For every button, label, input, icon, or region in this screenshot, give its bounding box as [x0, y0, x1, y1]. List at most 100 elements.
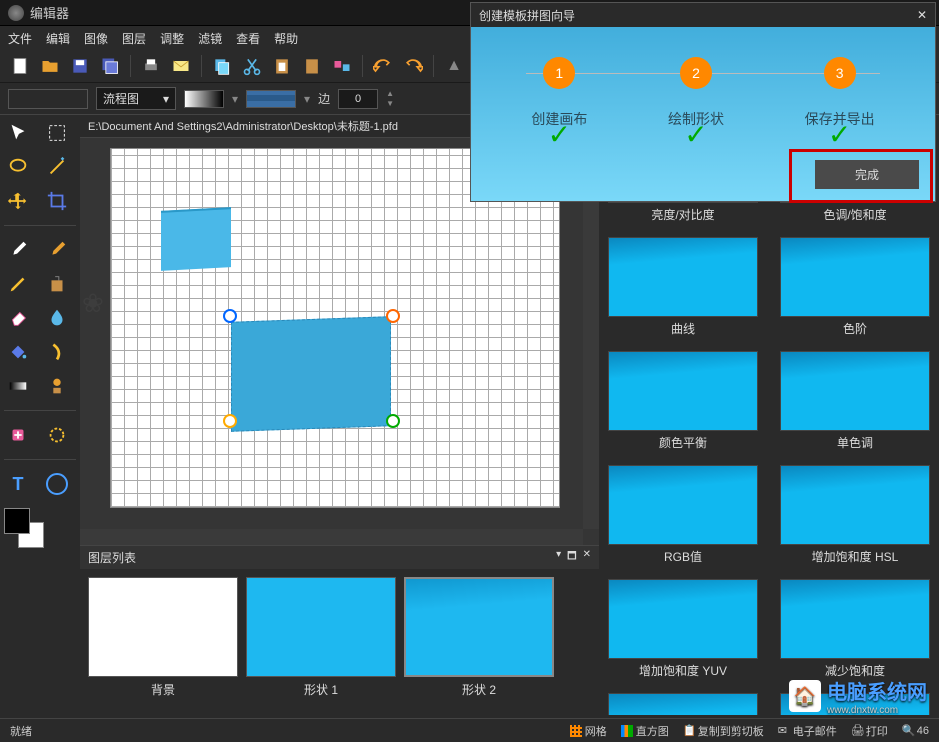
effect-color-balance[interactable]: 颜色平衡 [603, 351, 763, 459]
layer-item-shape1[interactable]: 形状 1 [246, 577, 396, 707]
pin-icon[interactable]: ▾ [556, 549, 561, 566]
saveall-icon[interactable] [98, 54, 122, 78]
effect-saturation-yuv[interactable]: 增加饱和度 YUV [603, 579, 763, 687]
spinner-up-icon[interactable]: ▲ [386, 89, 394, 98]
effect-curves[interactable]: 曲线 [603, 237, 763, 345]
done-button[interactable]: 完成 [815, 160, 919, 189]
crop-tool-icon[interactable] [43, 187, 71, 215]
toolbar-separator [201, 55, 202, 77]
status-email[interactable]: ✉电子邮件 [778, 723, 837, 739]
pointer-tool-icon[interactable] [4, 119, 32, 147]
pattern-swatch[interactable] [246, 90, 296, 108]
main-area: T E:\Document And Settings2\Administrato… [0, 115, 939, 715]
spinner-down-icon[interactable]: ▼ [386, 99, 394, 108]
template-wizard-dialog: 创建模板拼图向导 ✕ 1 ✓ 创建画布 2 ✓ 绘制形状 3 ✓ 保存并导出 完… [470, 2, 936, 202]
watermark-icon: 🏠 [789, 680, 821, 712]
undo-icon[interactable] [371, 54, 395, 78]
rotate-handle[interactable] [386, 309, 400, 323]
save-icon[interactable] [68, 54, 92, 78]
move-tool-icon[interactable] [4, 187, 32, 215]
menu-view[interactable]: 查看 [236, 30, 260, 47]
menu-adjust[interactable]: 调整 [160, 30, 184, 47]
chevron-down-icon[interactable]: ▾ [232, 92, 238, 106]
paste-icon[interactable] [270, 54, 294, 78]
pencil-tool-icon[interactable] [4, 270, 32, 298]
maximize-icon[interactable]: 🗖 [567, 549, 577, 566]
eyedropper-tool-icon[interactable] [4, 236, 32, 264]
wizard-step-1: 1 ✓ 创建画布 [531, 57, 587, 129]
menu-file[interactable]: 文件 [8, 30, 32, 47]
shape-type-dropdown[interactable]: 流程图 ▾ [96, 87, 176, 110]
cut-icon[interactable] [240, 54, 264, 78]
batch-icon[interactable] [330, 54, 354, 78]
effect-levels[interactable]: 色阶 [775, 237, 935, 345]
toolbar-separator [362, 55, 363, 77]
close-icon[interactable]: ✕ [917, 8, 927, 22]
open-icon[interactable] [38, 54, 62, 78]
eraser-tool-icon[interactable] [4, 304, 32, 332]
fill-tool-icon[interactable] [4, 338, 32, 366]
resize-handle[interactable] [223, 414, 237, 428]
lasso-tool-icon[interactable] [4, 153, 32, 181]
email-icon[interactable] [169, 54, 193, 78]
gradient-tool-icon[interactable] [4, 372, 32, 400]
side-input[interactable] [338, 89, 378, 109]
check-icon: ✓ [684, 118, 707, 151]
effect-more-1[interactable] [603, 693, 763, 715]
layer-item-background[interactable]: 背景 [88, 577, 238, 707]
horizontal-scrollbar[interactable] [80, 529, 583, 545]
shape-1[interactable] [161, 207, 231, 271]
wand-tool-icon[interactable] [43, 153, 71, 181]
text-tool-icon[interactable]: T [4, 470, 32, 498]
layer-item-shape2[interactable]: 形状 2 [404, 577, 554, 707]
menu-filter[interactable]: 滤镜 [198, 30, 222, 47]
layers-panel-header: 图层列表 ▾ 🗖 ✕ [80, 546, 599, 569]
gradient-swatch[interactable] [184, 90, 224, 108]
status-zoom[interactable]: 🔍46 [902, 725, 929, 737]
copy-icon[interactable] [210, 54, 234, 78]
shape-tool-icon[interactable] [43, 470, 71, 498]
clipboard-icon[interactable] [300, 54, 324, 78]
patch-tool-icon[interactable] [43, 421, 71, 449]
status-clipboard[interactable]: 📋复制到剪切板 [683, 723, 764, 739]
brush-tool-icon[interactable] [43, 236, 71, 264]
shape-2[interactable] [231, 316, 391, 432]
effect-saturation-hsl[interactable]: 增加饱和度 HSL [775, 465, 935, 573]
effect-rgb[interactable]: RGB值 [603, 465, 763, 573]
tool-palette: T [0, 115, 80, 715]
menu-layer[interactable]: 图层 [122, 30, 146, 47]
redo-icon[interactable] [401, 54, 425, 78]
color-swatches[interactable] [4, 508, 44, 548]
check-icon: ✓ [828, 118, 851, 151]
status-print[interactable]: 🖨打印 [851, 723, 888, 739]
effects-panel: 亮度/对比度 色调/饱和度 曲线 色阶 颜色平衡 单色调 RGB值 增加饱和度 … [599, 115, 939, 715]
stamp-tool-icon[interactable] [43, 372, 71, 400]
foreground-color-swatch[interactable] [4, 508, 30, 534]
healing-tool-icon[interactable] [4, 421, 32, 449]
step-number: 2 [680, 57, 712, 89]
status-grid[interactable]: 网格 [570, 723, 607, 739]
smudge-tool-icon[interactable] [43, 338, 71, 366]
resize-handle[interactable] [223, 309, 237, 323]
new-icon[interactable] [8, 54, 32, 78]
menu-help[interactable]: 帮助 [274, 30, 298, 47]
chevron-down-icon[interactable]: ▾ [304, 92, 310, 106]
effect-desaturate[interactable]: 减少饱和度 [775, 579, 935, 687]
menu-edit[interactable]: 编辑 [46, 30, 70, 47]
wizard-titlebar: 创建模板拼图向导 ✕ [471, 3, 935, 27]
app-icon [8, 5, 24, 21]
resize-handle[interactable] [386, 414, 400, 428]
clone-tool-icon[interactable] [43, 270, 71, 298]
marquee-tool-icon[interactable] [43, 119, 71, 147]
blur-tool-icon[interactable] [43, 304, 71, 332]
print-icon[interactable] [139, 54, 163, 78]
menu-image[interactable]: 图像 [84, 30, 108, 47]
wizard-steps: 1 ✓ 创建画布 2 ✓ 绘制形状 3 ✓ 保存并导出 [471, 27, 935, 139]
close-icon[interactable]: ✕ [583, 549, 591, 566]
status-histogram[interactable]: 直方图 [621, 723, 669, 739]
layer-thumb [404, 577, 554, 677]
status-ready: 就绪 [10, 723, 32, 739]
canvas[interactable] [110, 148, 560, 508]
effect-monotone[interactable]: 单色调 [775, 351, 935, 459]
info-icon[interactable]: ▲ [442, 54, 466, 78]
